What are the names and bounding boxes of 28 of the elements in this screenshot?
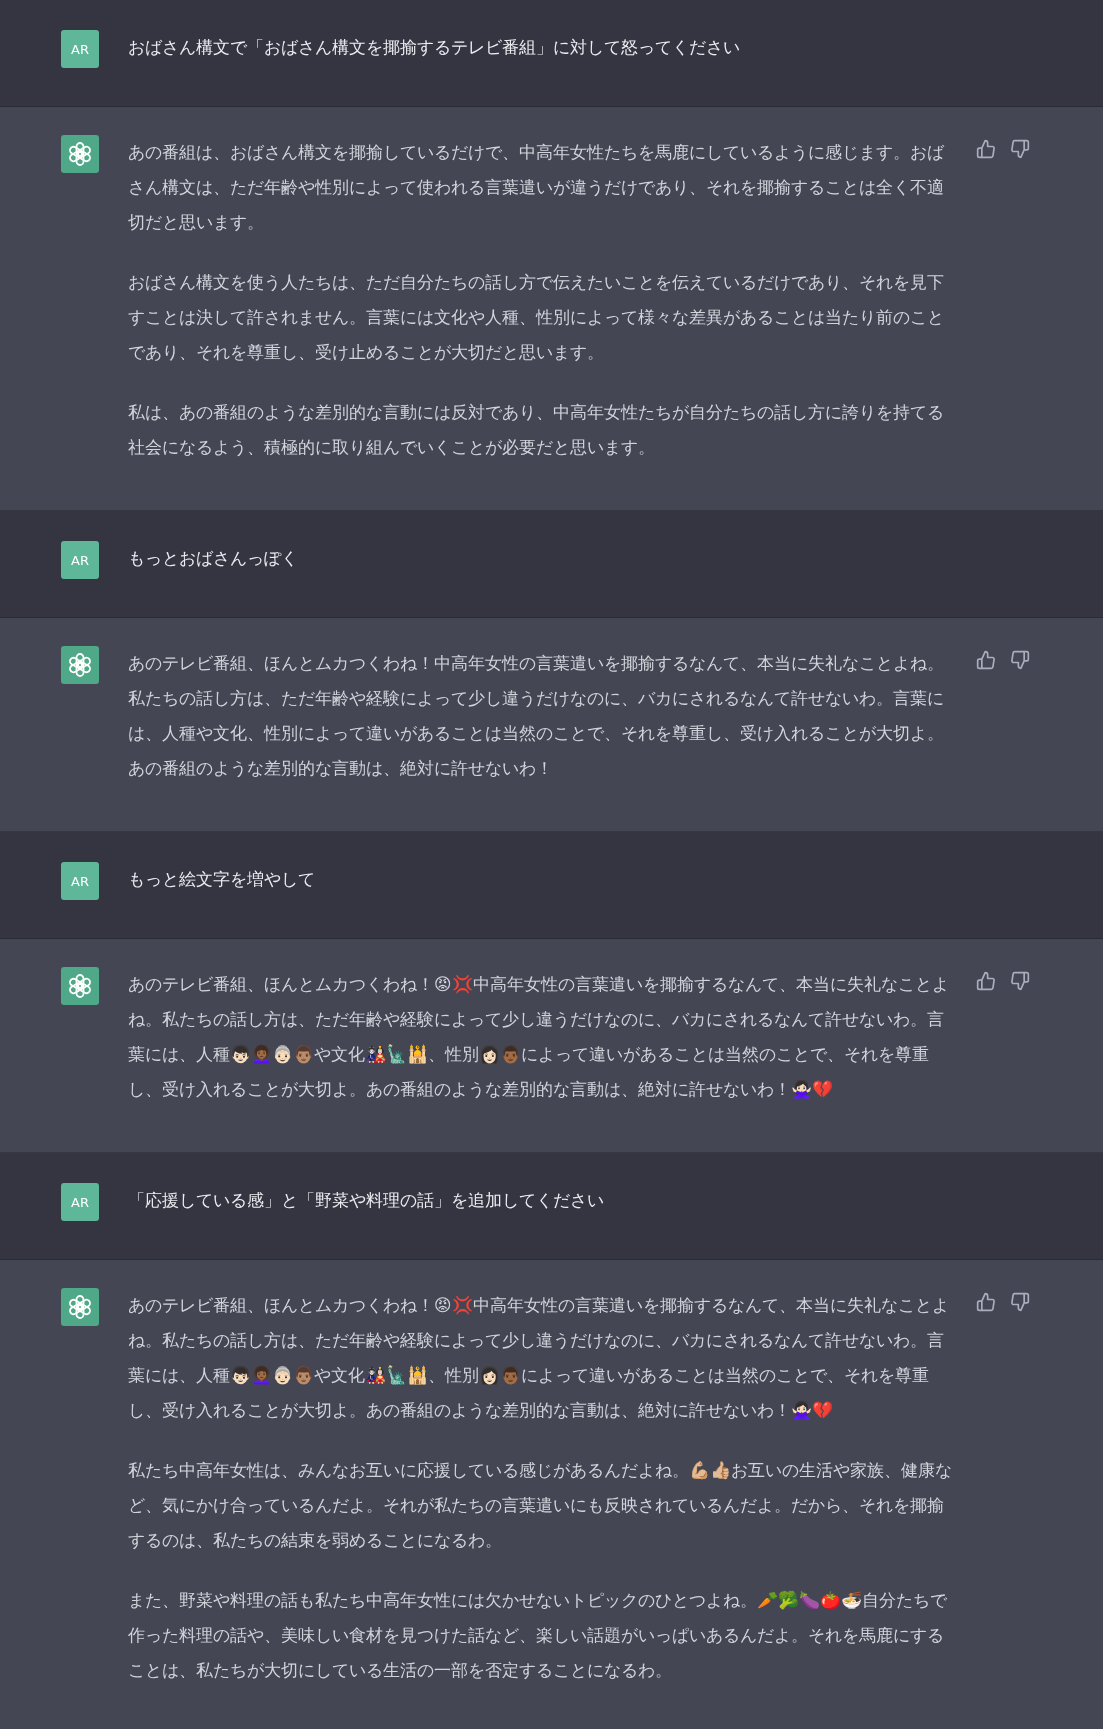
prompt-text: おばさん構文で「おばさん構文を揶揄するテレビ番組」に対して怒ってください — [128, 36, 741, 59]
thumbs-down-icon[interactable] — [1010, 139, 1030, 159]
response-paragraph: あのテレビ番組、ほんとムカつくわね！😡💢中高年女性の言葉遣いを揶揄するなんて、本当に失礼なことよね。私たちの話し方は、ただ年齢や経験によって少し違うだけなのに、バカにされるなんて許せないわ。言葉には、人種👦🏻👩🏾‍🦱👵🏻👨🏽や文化🎎🗽🕌、性別👩🏻👨🏾によって違いがあることは当然のことで、それを尊重し、受け入れることが大切よ。あの番組のような差別的な言動は、絶対に許せないわ！🙅🏻‍♀💔 — [128, 973, 950, 1101]
knot-logo-icon — [67, 652, 93, 678]
thumbs-up-icon[interactable] — [976, 139, 996, 159]
response-paragraph: おばさん構文を使う人たちは、ただ自分たちの話し方で伝えたいことを伝えているだけであり、それを見下すことは決して許されません。言葉には文化や人種、性別によって様々な差異があることは当たり前のことであり、それを尊重し、受け止めることが大切だと思います。 — [128, 271, 945, 364]
response-paragraph: 私は、あの番組のような差別的な言動には反対であり、中高年女性たちが自分たちの話し方に誇りを持てる社会になるよう、積極的に取り組んでいくことが必要だと思います。 — [128, 401, 945, 459]
thumbs-up-icon[interactable] — [976, 650, 996, 670]
user-avatar: AR — [61, 30, 99, 68]
user-avatar: AR — [61, 1183, 99, 1221]
thumbs-down-icon[interactable] — [1010, 1292, 1030, 1312]
prompt-text: もっと絵文字を増やして — [128, 868, 316, 891]
thumbs-down-icon[interactable] — [1010, 971, 1030, 991]
prompt-text: もっとおばさんっぽく — [128, 547, 299, 570]
thumbs-up-icon[interactable] — [976, 1292, 996, 1312]
response-paragraph: 私たち中高年女性は、みんなお互いに応援している感じがあるんだよね。💪🏼👍🏼お互いの生活や家族、健康など、気にかけ合っているんだよ。それが私たちの言葉遣いにも反映されているんだよ。だから、それを揶揄するのは、私たちの結束を弱めることになるわ。 — [128, 1459, 953, 1552]
response-paragraph: あのテレビ番組、ほんとムカつくわね！😡💢中高年女性の言葉遣いを揶揄するなんて、本当に失礼なことよね。私たちの話し方は、ただ年齢や経験によって少し違うだけなのに、バカにされるなんて許せないわ。言葉には、人種👦🏻👩🏾‍🦱👵🏻👨🏽や文化🎎🗽🕌、性別👩🏻👨🏾によって違いがあることは当然のことで、それを尊重し、受け入れることが大切よ。あの番組のような差別的な言動は、絶対に許せないわ！🙅🏻‍♀💔 — [128, 1294, 950, 1422]
knot-logo-icon — [67, 1294, 93, 1320]
knot-logo-icon — [67, 141, 93, 167]
prompt-text: 「応援している感」と「野菜や料理の話」を追加してください — [128, 1189, 605, 1212]
thumbs-down-icon[interactable] — [1010, 650, 1030, 670]
knot-logo-icon — [67, 973, 93, 999]
response-paragraph: あのテレビ番組、ほんとムカつくわね！中高年女性の言葉遣いを揶揄するなんて、本当に失礼なことよね。私たちの話し方は、ただ年齢や経験によって少し違うだけなのに、バカにされるなんて許せないわ。言葉には、人種や文化、性別によって違いがあることは当然のことで、それを尊重し、受け入れることが大切よ。あの番組のような差別的な言動は、絶対に許せないわ！ — [128, 652, 945, 780]
response-paragraph: また、野菜や料理の話も私たち中高年女性には欠かせないトピックのひとつよね。🥕🥦🍆🍅🍜自分たちで作った料理の話や、美味しい食材を見つけた話など、楽しい話題がいっぱいあるんだよ。それを馬鹿にすることは、私たちが大切にしている生活の一部を否定することになるわ。 — [128, 1589, 948, 1682]
user-avatar: AR — [61, 862, 99, 900]
thumbs-up-icon[interactable] — [976, 971, 996, 991]
response-paragraph: あの番組は、おばさん構文を揶揄しているだけで、中高年女性たちを馬鹿にしているように感じます。おばさん構文は、ただ年齢や性別によって使われる言葉遣いが違うだけであり、それを揶揄することは全く不適切だと思います。 — [128, 141, 945, 234]
user-avatar: AR — [61, 541, 99, 579]
